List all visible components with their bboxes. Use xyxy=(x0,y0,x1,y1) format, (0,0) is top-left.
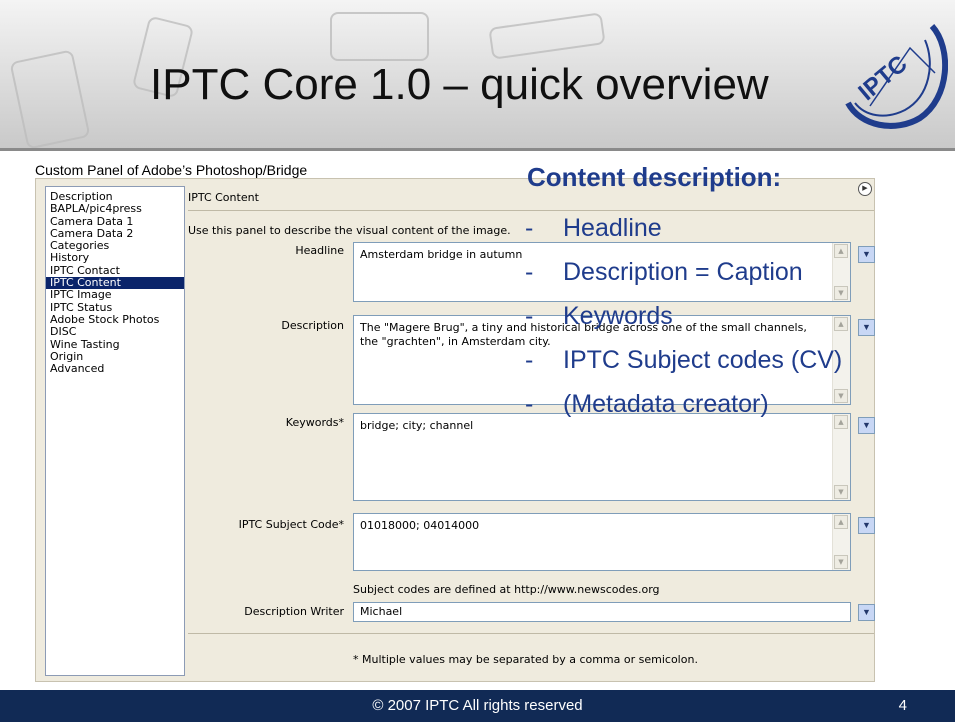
sidebar-item-iptc-image[interactable]: IPTC Image xyxy=(46,289,184,302)
bullet-dash: - xyxy=(525,390,534,418)
chevron-down-icon: ▼ xyxy=(862,420,871,430)
description-dropdown-button[interactable]: ▼ xyxy=(858,319,875,336)
keywords-label: Keywords* xyxy=(285,416,344,429)
chevron-down-icon: ▼ xyxy=(862,322,871,332)
overlay-item-metadata-creator: - (Metadata creator) xyxy=(525,390,769,419)
overlay-item-text: IPTC Subject codes (CV) xyxy=(563,346,843,374)
headline-dropdown-button[interactable]: ▼ xyxy=(858,246,875,263)
sidebar-item-history[interactable]: History xyxy=(46,252,184,265)
sidebar-list[interactable]: Description BAPLA/pic4press Camera Data … xyxy=(45,186,185,676)
bullet-dash: - xyxy=(525,302,534,330)
overlay-item-description: - Description = Caption xyxy=(525,258,803,287)
scroll-up-icon[interactable]: ▲ xyxy=(834,317,848,331)
headline-value: Amsterdam bridge in autumn xyxy=(360,248,523,261)
description-writer-field[interactable]: Michael xyxy=(353,602,851,622)
file-info-panel: Description BAPLA/pic4press Camera Data … xyxy=(35,178,875,682)
scroll-down-icon[interactable]: ▼ xyxy=(834,286,848,300)
panel-intro: Use this panel to describe the visual co… xyxy=(188,224,511,237)
overlay-title: Content description: xyxy=(527,162,782,192)
subject-code-hint: Subject codes are defined at http://www.… xyxy=(353,583,660,596)
svg-text:IPTC: IPTC xyxy=(853,50,912,106)
sidebar-item-wine-tasting[interactable]: Wine Tasting xyxy=(46,338,184,351)
overlay-item-headline: - Headline xyxy=(525,214,662,243)
scroll-up-icon[interactable]: ▲ xyxy=(834,415,848,429)
headline-label: Headline xyxy=(295,244,344,257)
description-writer-label: Description Writer xyxy=(244,605,344,618)
scroll-down-icon[interactable]: ▼ xyxy=(834,389,848,403)
scroll-up-icon[interactable]: ▲ xyxy=(834,244,848,258)
panel-divider xyxy=(188,210,874,211)
subject-code-dropdown-button[interactable]: ▼ xyxy=(858,517,875,534)
banner-divider xyxy=(0,148,955,151)
description-label: Description xyxy=(281,319,344,332)
pda-illustration xyxy=(9,49,91,150)
chevron-down-icon: ▼ xyxy=(862,520,871,530)
sidebar-item-disc[interactable]: DISC xyxy=(46,325,184,338)
panel-title: IPTC Content xyxy=(188,191,259,204)
subject-code-field[interactable]: 01018000; 04014000 ▲ ▼ xyxy=(353,513,851,571)
pen-illustration xyxy=(488,12,606,60)
bullet-dash: - xyxy=(525,346,534,374)
overlay-item-text: Description = Caption xyxy=(563,258,803,286)
camera-illustration xyxy=(330,12,429,61)
headline-scrollbar[interactable]: ▲ ▼ xyxy=(832,243,850,301)
overlay-item-keywords: - Keywords xyxy=(525,302,673,331)
iptc-logo: IPTC xyxy=(845,23,948,129)
slide-title: IPTC Core 1.0 – quick overview xyxy=(150,60,769,109)
sidebar-item-bapla[interactable]: BAPLA/pic4press xyxy=(46,202,184,215)
scroll-up-icon[interactable]: ▲ xyxy=(834,515,848,529)
overlay-item-subject-codes: - IPTC Subject codes (CV) xyxy=(525,346,842,375)
play-circle-icon[interactable]: ▶ xyxy=(858,182,872,196)
keywords-field[interactable]: bridge; city; channel ▲ ▼ xyxy=(353,413,851,501)
description-writer-dropdown-button[interactable]: ▼ xyxy=(858,604,875,621)
header-banner: IPTC Core 1.0 – quick overview IPTC xyxy=(0,0,955,150)
panel-bottom-divider xyxy=(188,633,874,634)
slide-footer: © 2007 IPTC All rights reserved 4 xyxy=(0,690,955,722)
sidebar-item-advanced[interactable]: Advanced xyxy=(46,362,184,375)
subject-code-label: IPTC Subject Code* xyxy=(238,518,344,531)
overlay-item-text: Keywords xyxy=(563,302,673,330)
subject-code-scrollbar[interactable]: ▲ ▼ xyxy=(832,514,850,570)
panel-caption: Custom Panel of Adobe’s Photoshop/Bridge xyxy=(35,162,308,178)
scroll-down-icon[interactable]: ▼ xyxy=(834,555,848,569)
chevron-down-icon: ▼ xyxy=(862,249,871,259)
chevron-down-icon: ▼ xyxy=(862,607,871,617)
panel-footnote: * Multiple values may be separated by a … xyxy=(353,653,698,666)
keywords-scrollbar[interactable]: ▲ ▼ xyxy=(832,414,850,500)
overlay-item-text: Headline xyxy=(563,214,662,242)
bullet-dash: - xyxy=(525,258,534,286)
page-number: 4 xyxy=(898,697,907,714)
bullet-dash: - xyxy=(525,214,534,242)
copyright-text: © 2007 IPTC All rights reserved xyxy=(372,697,583,714)
keywords-value: bridge; city; channel xyxy=(360,419,474,432)
overlay-item-text: (Metadata creator) xyxy=(563,390,769,418)
description-writer-value: Michael xyxy=(360,605,403,618)
keywords-dropdown-button[interactable]: ▼ xyxy=(858,417,875,434)
scroll-down-icon[interactable]: ▼ xyxy=(834,485,848,499)
subject-code-value: 01018000; 04014000 xyxy=(360,519,480,532)
